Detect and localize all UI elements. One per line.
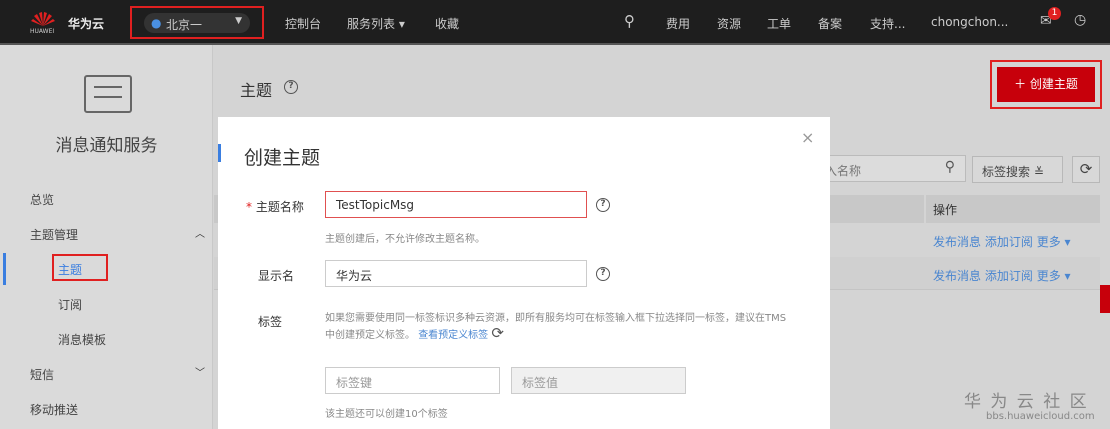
sidebar-item-subscriptions[interactable]: 订阅 (58, 296, 82, 313)
topic-name-label-text: 主题名称 (255, 200, 304, 214)
table-row-actions: 发布消息 添加订阅 更多 ▾ (933, 267, 1071, 284)
create-topic-dialog: 创建主题 × * 主题名称 TestTopicMsg ? 主题创建后，不允许修改… (218, 117, 830, 429)
message-badge: 1 (1048, 7, 1061, 20)
subscribe-link[interactable]: 添加订阅 (985, 269, 1033, 283)
chevron-up-icon[interactable]: ︿ (195, 225, 205, 240)
nav-tickets[interactable]: 工单 (767, 15, 791, 32)
clock-icon[interactable]: ◷ (1074, 12, 1086, 28)
help-icon[interactable]: ? (596, 267, 610, 281)
user-menu[interactable]: chongchon... (931, 15, 1008, 29)
page-title: 主题 (240, 81, 273, 100)
region-selector[interactable]: ● 北京一 ▼ (130, 6, 264, 39)
sidebar-item-topics[interactable]: 主题 (58, 261, 82, 278)
double-chevron-icon: ≚ (1033, 165, 1044, 179)
refresh-icon[interactable]: ⟳ (491, 324, 504, 342)
topic-name-label: * 主题名称 (246, 198, 304, 215)
publish-link[interactable]: 发布消息 (933, 235, 981, 249)
logo-text: HUAWEI (30, 28, 55, 35)
dialog-title: 创建主题 (244, 147, 321, 169)
tag-count-hint: 该主题还可以创建10个标签 (325, 409, 448, 420)
location-pin-icon: ● (151, 16, 162, 30)
nav-support[interactable]: 支持... (870, 15, 905, 32)
nav-resources[interactable]: 资源 (717, 15, 741, 32)
create-topic-label: 创建主题 (1029, 77, 1078, 91)
chevron-down-icon[interactable]: ﹀ (195, 364, 205, 379)
create-topic-button[interactable]: ＋ 创建主题 (997, 67, 1095, 102)
search-icon[interactable]: ⚲ (624, 12, 635, 30)
nav-favorites[interactable]: 收藏 (435, 15, 459, 32)
more-link[interactable]: 更多 ▾ (1037, 235, 1071, 249)
sidebar-item-push[interactable]: 移动推送 (30, 401, 78, 418)
message-service-icon (84, 75, 132, 113)
display-name-label: 显示名 (258, 269, 295, 283)
sidebar-item-templates[interactable]: 消息模板 (58, 331, 106, 348)
search-placeholder: 入名称 (825, 164, 862, 178)
search-icon[interactable]: ⚲ (945, 159, 955, 175)
nav-icp[interactable]: 备案 (818, 15, 842, 32)
sidebar-item-sms[interactable]: 短信 (30, 366, 54, 383)
nav-console[interactable]: 控制台 (285, 15, 321, 32)
sidebar: 消息通知服务 总览 主题管理 ︿ 主题 订阅 消息模板 短信 ﹀ 移动推送 (0, 45, 213, 429)
nav-billing[interactable]: 费用 (666, 15, 690, 32)
tag-value-input[interactable]: 标签值 (511, 367, 686, 394)
refresh-button[interactable]: ⟳ (1072, 156, 1100, 183)
sidebar-item-overview[interactable]: 总览 (30, 191, 54, 208)
feedback-tab[interactable] (1100, 285, 1110, 313)
close-icon[interactable]: × (801, 128, 814, 147)
watermark-url: bbs.huaweicloud.com (986, 411, 1095, 422)
publish-link[interactable]: 发布消息 (933, 269, 981, 283)
service-title: 消息通知服务 (55, 136, 158, 156)
display-name-input[interactable]: 华为云 (325, 260, 587, 287)
title-accent (218, 144, 221, 162)
tag-search-label: 标签搜索 (982, 165, 1031, 179)
huawei-logo[interactable]: HUAWEI (30, 11, 56, 35)
column-action: 操作 (933, 203, 958, 217)
column-divider (924, 195, 926, 223)
topic-name-hint: 主题创建后，不允许修改主题名称。 (325, 234, 485, 245)
tag-search-button[interactable]: 标签搜索 ≚ (972, 156, 1063, 183)
table-row-actions: 发布消息 添加订阅 更多 ▾ (933, 233, 1071, 250)
tag-label: 标签 (258, 315, 283, 329)
more-link[interactable]: 更多 ▾ (1037, 269, 1071, 283)
view-predefined-tags-link[interactable]: 查看预定义标签 (418, 330, 488, 341)
tag-key-input[interactable]: 标签键 (325, 367, 500, 394)
tag-description-text: 如果您需要使用同一标签标识多种云资源，即所有服务均可在标签输入框下拉选择同一标签… (325, 313, 787, 341)
topic-name-input[interactable]: TestTopicMsg (325, 191, 587, 218)
nav-service-list[interactable]: 服务列表 ▾ (347, 15, 405, 32)
sidebar-item-topic-management[interactable]: 主题管理 (30, 226, 78, 243)
search-input[interactable]: 入名称 ⚲ (814, 155, 966, 182)
create-topic-highlight: ＋ 创建主题 (990, 60, 1102, 109)
subscribe-link[interactable]: 添加订阅 (985, 235, 1033, 249)
required-asterisk: * (246, 200, 256, 214)
active-indicator (3, 253, 6, 285)
help-icon[interactable]: ? (596, 198, 610, 212)
brand-name: 华为云 (68, 17, 105, 31)
help-icon[interactable]: ? (284, 80, 298, 94)
tag-description: 如果您需要使用同一标签标识多种云资源，即所有服务均可在标签输入框下拉选择同一标签… (325, 312, 795, 343)
top-nav-bar: HUAWEI 华为云 ● 北京一 ▼ 控制台 服务列表 ▾ 收藏 ⚲ 费用 资源 工… (0, 0, 1110, 45)
region-label: 北京一 (166, 18, 203, 32)
chevron-down-icon: ▼ (235, 16, 242, 26)
watermark-title: 华 为 云 社 区 (964, 392, 1089, 412)
